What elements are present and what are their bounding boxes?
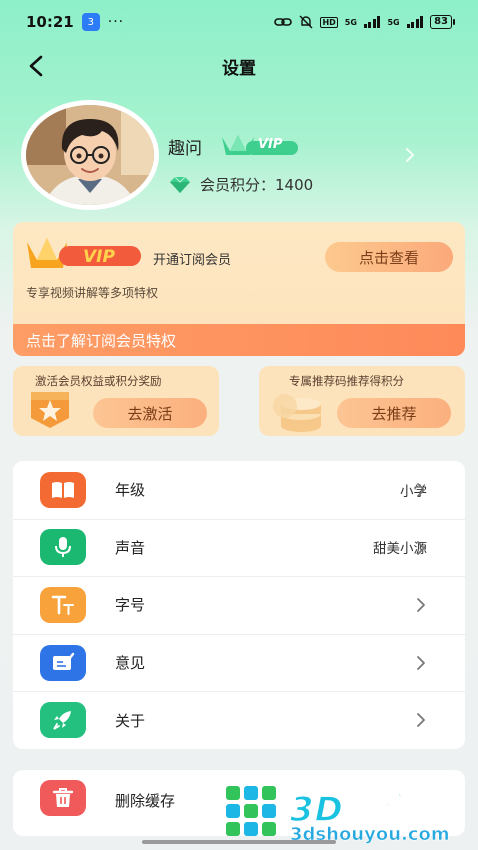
chevron-right-icon xyxy=(417,598,425,613)
points-value: 1400 xyxy=(275,175,314,194)
recommend-card-title: 专属推荐码推荐得积分 xyxy=(289,374,404,388)
chevron-right-icon xyxy=(417,540,425,555)
activate-card-title: 激活会员权益或积分奖励 xyxy=(35,374,162,388)
battery-icon: 83 xyxy=(430,15,455,29)
app-notification-icon: 3 xyxy=(81,13,100,31)
nav-bar: 设置 xyxy=(0,44,478,88)
settings-row-font-size[interactable]: 字号 xyxy=(13,576,465,634)
grade-label: 年级 xyxy=(115,481,146,500)
vip-label: VIP xyxy=(258,137,283,152)
font-size-label: 字号 xyxy=(115,596,146,615)
feedback-label: 意见 xyxy=(115,654,146,673)
mute-bell-icon xyxy=(299,15,313,29)
book-icon xyxy=(40,471,86,508)
profile-chevron-icon[interactable] xyxy=(404,146,416,168)
signal-icon-2 xyxy=(406,16,424,28)
avatar-illustration xyxy=(26,105,154,205)
status-time: 10:21 xyxy=(26,13,74,31)
settings-row-voice[interactable]: 声音 甜美小源 xyxy=(13,518,465,577)
activate-card[interactable]: 激活会员权益或积分奖励 去激活 xyxy=(13,366,219,436)
settings-list: 年级 小学 声音 甜美小源 字号 意见 关于 xyxy=(13,461,465,749)
view-details-button[interactable]: 点击查看 xyxy=(325,242,453,272)
vip-logo-label: VIP xyxy=(83,247,115,267)
chevron-right-icon xyxy=(417,483,425,497)
diamond-icon xyxy=(170,176,190,193)
points-label: 会员积分： xyxy=(200,176,276,194)
vip-badge: VIP xyxy=(220,133,300,163)
about-label: 关于 xyxy=(115,711,146,730)
vip-card-title: 开通订阅会员 xyxy=(153,253,232,268)
signal-icon xyxy=(363,16,381,28)
trash-icon xyxy=(40,780,86,816)
chevron-right-icon xyxy=(417,713,425,728)
settings-row-grade[interactable]: 年级 小学 xyxy=(13,461,465,519)
hd-badge: HD xyxy=(320,16,338,28)
back-arrow-icon xyxy=(29,55,43,77)
back-button[interactable] xyxy=(22,52,50,80)
vip-card-subtitle: 专享视频讲解等多项特权 xyxy=(26,286,159,300)
activate-button[interactable]: 去激活 xyxy=(93,398,207,428)
microphone-icon xyxy=(40,529,86,566)
vip-logo: VIP xyxy=(25,236,143,276)
user-name: 趣问 xyxy=(168,139,202,159)
network-type-1: 5G xyxy=(344,17,357,27)
network-type-2: 5G xyxy=(387,17,400,27)
page-title: 设置 xyxy=(222,58,256,79)
link-icon xyxy=(274,18,293,26)
profile-header[interactable]: 趣问 VIP 会员积分： 1400 xyxy=(0,96,478,216)
vip-privileges-link[interactable]: 点击了解订阅会员特权 xyxy=(13,324,465,356)
more-notifications-icon: ··· xyxy=(107,14,125,30)
points-row: 会员积分： 1400 xyxy=(168,174,313,195)
vip-subscription-card[interactable]: VIP 开通订阅会员 专享视频讲解等多项特权 点击查看 点击了解订阅会员特权 xyxy=(13,222,465,356)
font-size-icon xyxy=(40,586,86,623)
avatar[interactable] xyxy=(21,100,159,210)
coins-icon xyxy=(273,394,321,432)
status-icons: HD 5G 5G 83 xyxy=(274,15,455,29)
settings-row-feedback[interactable]: 意见 xyxy=(13,633,465,692)
recommend-button[interactable]: 去推荐 xyxy=(337,398,451,428)
recommend-card[interactable]: 专属推荐码推荐得积分 去推荐 xyxy=(259,366,465,436)
rocket-icon xyxy=(40,702,86,739)
chevron-right-icon xyxy=(417,655,425,670)
feedback-icon xyxy=(40,644,86,681)
star-badge-icon xyxy=(31,392,69,428)
clear-cache-label: 删除缓存 xyxy=(115,792,176,810)
watermark-logo-icon xyxy=(226,786,276,836)
status-bar: 10:21 3 ··· HD 5G 5G 83 xyxy=(0,0,478,44)
settings-row-about[interactable]: 关于 xyxy=(13,691,465,749)
home-indicator[interactable] xyxy=(142,840,336,844)
voice-label: 声音 xyxy=(115,538,146,557)
